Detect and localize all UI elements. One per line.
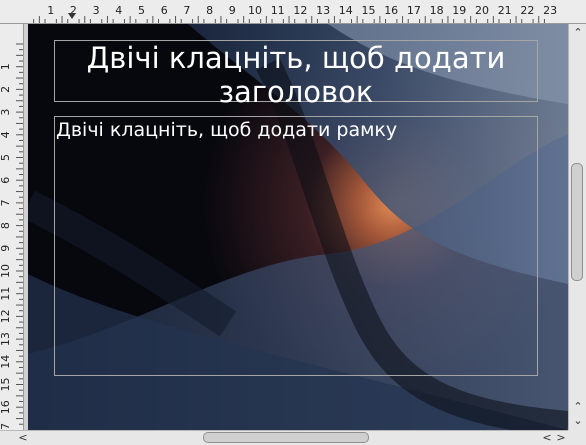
- horizontal-scrollbar[interactable]: < < >: [0, 430, 586, 445]
- ruler-label: 20: [475, 4, 489, 17]
- ruler-label: 10: [0, 264, 12, 278]
- ruler-label: 23: [543, 4, 557, 17]
- ruler-label: 1: [0, 63, 12, 70]
- scroll-right-icon[interactable]: >: [554, 431, 568, 445]
- ruler-label: 11: [271, 4, 285, 17]
- ruler-label: 17: [0, 423, 12, 430]
- content-placeholder-text: Двічі клацніть, щоб додати рамку: [56, 119, 398, 141]
- ruler-label: 14: [339, 4, 353, 17]
- ruler-label: 3: [0, 109, 12, 116]
- scrollbar-corner: [568, 430, 586, 445]
- ruler-label: 5: [138, 4, 145, 17]
- ruler-label: 17: [407, 4, 421, 17]
- vertical-ruler-scale: 1234567891011121314151617: [0, 43, 23, 430]
- ruler-label: 4: [0, 131, 12, 138]
- ruler-label: 8: [206, 4, 213, 17]
- vertical-scrollbar[interactable]: ⌃ ⌃ ⌄: [568, 24, 586, 430]
- content-placeholder[interactable]: Двічі клацніть, щоб додати рамку: [54, 116, 538, 376]
- horizontal-ruler[interactable]: 1 2 3 4 5 6 7 8 9 10 11 12 13 14 15 16 17 18 19 20 21 22 23: [0, 0, 586, 24]
- horizontal-scroll-thumb[interactable]: [203, 432, 369, 443]
- scroll-left-end-icon[interactable]: <: [540, 431, 554, 445]
- ruler-label: 9: [0, 245, 12, 252]
- scroll-down-icon[interactable]: ⌄: [571, 414, 585, 428]
- scroll-up-icon[interactable]: ⌃: [571, 26, 585, 40]
- ruler-label: 12: [0, 309, 12, 323]
- ruler-label: 7: [183, 4, 190, 17]
- ruler-label: 1: [47, 4, 54, 17]
- ruler-label: 3: [93, 4, 100, 17]
- ruler-label: 2: [0, 86, 12, 93]
- ruler-label: 5: [0, 154, 12, 161]
- slide-workspace: Двічі клацніть, щоб додати заголовок Дві…: [24, 24, 568, 430]
- horizontal-ruler-scale: 1 2 3 4 5 6 7 8 9 10 11 12 13 14 15 16 17 18 19 20 21 22 23: [33, 4, 557, 23]
- ruler-label: 19: [452, 4, 466, 17]
- ruler-label: 7: [0, 199, 12, 206]
- title-placeholder-text: Двічі клацніть, щоб додати заголовок: [86, 41, 506, 109]
- ruler-label: 22: [520, 4, 534, 17]
- scroll-up-small-icon[interactable]: ⌃: [571, 400, 585, 414]
- ruler-label: 6: [0, 177, 12, 184]
- ruler-label: 15: [362, 4, 376, 17]
- ruler-label: 18: [430, 4, 444, 17]
- ruler-label: 10: [248, 4, 262, 17]
- ruler-label: 9: [229, 4, 236, 17]
- scroll-left-icon[interactable]: <: [16, 431, 30, 445]
- ruler-label: 21: [498, 4, 512, 17]
- title-placeholder[interactable]: Двічі клацніть, щоб додати заголовок: [54, 40, 538, 109]
- ruler-label: 13: [316, 4, 330, 17]
- ruler-label: 13: [0, 332, 12, 346]
- indent-marker[interactable]: [68, 13, 76, 19]
- ruler-label: 8: [0, 222, 12, 229]
- ruler-label: 14: [0, 355, 12, 369]
- ruler-label: 16: [0, 400, 12, 414]
- ruler-label: 6: [161, 4, 168, 17]
- ruler-label: 15: [0, 378, 12, 392]
- vertical-scroll-thumb[interactable]: [571, 163, 583, 281]
- ruler-label: 4: [115, 4, 122, 17]
- slide-canvas[interactable]: Двічі клацніть, щоб додати заголовок Дві…: [28, 24, 568, 430]
- vertical-ruler[interactable]: 1 2 3 4 5 6 7 8 9 10 11 12 13 14 15 16 17: [0, 24, 24, 430]
- ruler-label: 12: [293, 4, 307, 17]
- ruler-label: 11: [0, 287, 12, 301]
- ruler-label: 16: [384, 4, 398, 17]
